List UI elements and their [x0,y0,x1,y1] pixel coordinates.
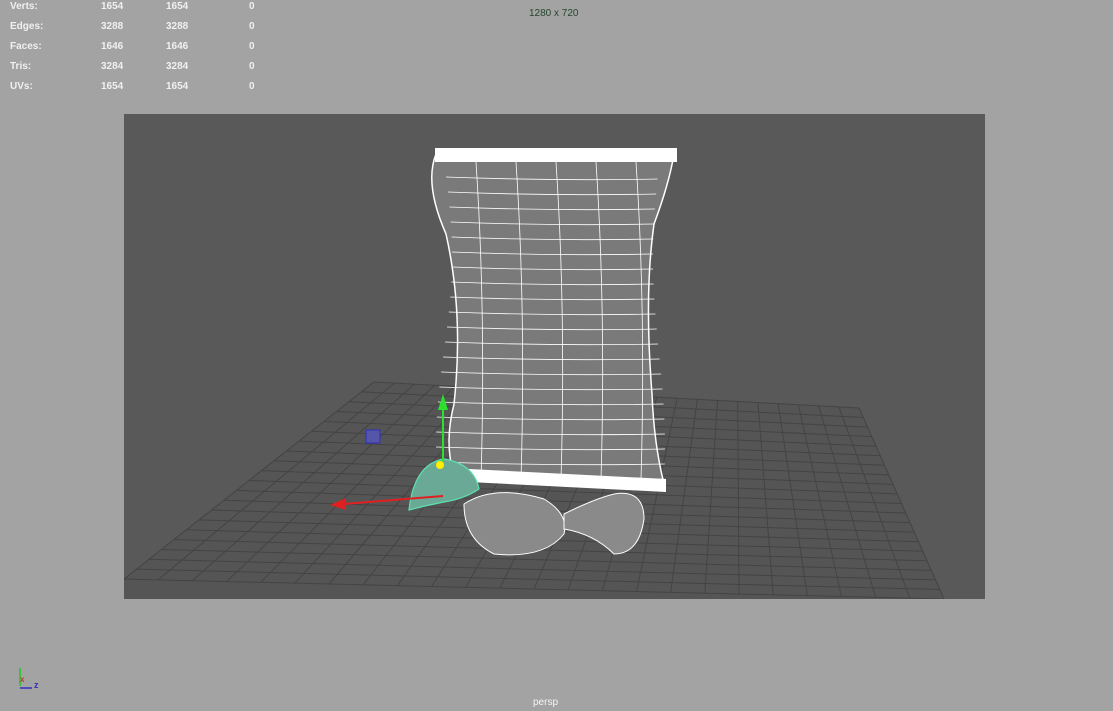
light-locator-icon[interactable] [365,429,381,444]
hud-value: 3284 [101,61,124,72]
hud-label: UVs: [10,81,33,92]
hud-value: 1654 [166,81,189,92]
hud-value: 1654 [166,1,189,12]
camera-name-label: persp [533,697,559,708]
hud-label: Edges: [10,21,44,32]
resolution-gate-label: 1280 x 720 [529,8,579,19]
hud-value: 1646 [166,41,189,52]
scene [124,148,945,599]
hud-value: 1646 [101,41,124,52]
hud-label: Tris: [10,61,32,72]
chip-bag-mesh[interactable] [431,148,677,492]
hud-value: 3284 [166,61,189,72]
view-axis-indicator: x z [14,664,44,694]
hud-value: 0 [249,81,255,92]
hud-value: 1654 [101,81,124,92]
hud-label: Faces: [10,41,42,52]
hud-value: 3288 [101,21,124,32]
hud-value: 1654 [101,1,124,12]
hud-value: 0 [249,21,255,32]
hud-value: 0 [249,61,255,72]
hud-value: 3288 [166,21,189,32]
hud-value: 0 [249,1,255,12]
hud-label: Verts: [10,1,38,12]
axis-z-label: z [34,680,39,690]
axis-x-label: x [20,675,25,684]
resolution-gate-viewport[interactable] [124,114,985,599]
hud-value: 0 [249,41,255,52]
